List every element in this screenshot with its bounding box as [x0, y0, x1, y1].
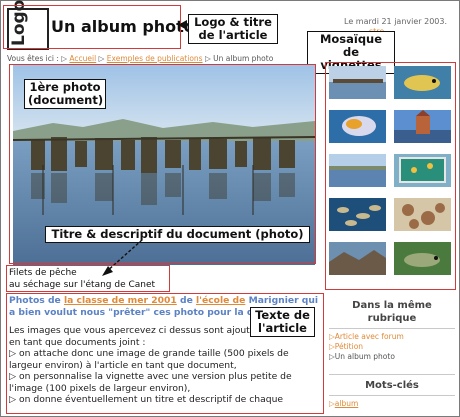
breadcrumb-arrow-icon: ▷ [98, 54, 105, 63]
same-section-title: Dans la même rubrique [329, 299, 455, 325]
keyword-label: album [334, 399, 359, 408]
sidebar-title-line: rubrique [367, 313, 417, 324]
annotation-doc-title: Titre & descriptif du document (photo) [45, 226, 310, 243]
sidebar-title-line: Dans la même [352, 300, 432, 311]
divider [329, 395, 455, 396]
sidebar-link-forum[interactable]: ▷Article avec forum [329, 332, 455, 342]
caption-highlight [6, 265, 170, 292]
breadcrumb-section[interactable]: Exemples de publications [107, 54, 203, 63]
annotation-line: Mosaïque de [319, 32, 383, 59]
annotation-article-text: Texte de l'article [250, 307, 315, 337]
breadcrumb-arrow-icon: ▷ [61, 54, 68, 63]
annotation-line: l'article [258, 321, 307, 335]
annotation-arrow [178, 20, 187, 30]
breadcrumb-arrow-icon: ▷ [204, 54, 211, 63]
publication-date: Le mardi 21 janvier 2003. [344, 17, 447, 26]
logo-title-highlight [3, 5, 181, 49]
annotation-logo-title: Logo & titre de l'article [188, 14, 278, 44]
sidebar-current: ▷Un album photo [329, 352, 455, 362]
sidebar-link-petition[interactable]: ▷Pétition [329, 342, 455, 352]
sidebar-link-label: Article avec forum [334, 332, 404, 341]
sidebar: Dans la même rubrique ▷Article avec foru… [329, 299, 455, 409]
breadcrumb-home[interactable]: Accueil [69, 54, 96, 63]
annotation-line: de l'article [198, 28, 268, 42]
sidebar-current-label: Un album photo [334, 352, 395, 361]
breadcrumb-current: Un album photo [213, 54, 274, 63]
divider [329, 328, 455, 329]
mosaic-highlight [325, 62, 456, 290]
breadcrumb-prefix: Vous êtes ici : [7, 54, 59, 63]
keyword-link[interactable]: ▷album [329, 399, 455, 409]
annotation-line: (document) [28, 93, 104, 107]
keywords-title: Mots-clés [365, 380, 419, 391]
sidebar-link-label: Pétition [334, 342, 364, 351]
annotation-first-photo: 1ère photo (document) [24, 79, 106, 109]
breadcrumb: Vous êtes ici : ▷ Accueil ▷ Exemples de … [7, 54, 273, 63]
divider [329, 374, 455, 375]
